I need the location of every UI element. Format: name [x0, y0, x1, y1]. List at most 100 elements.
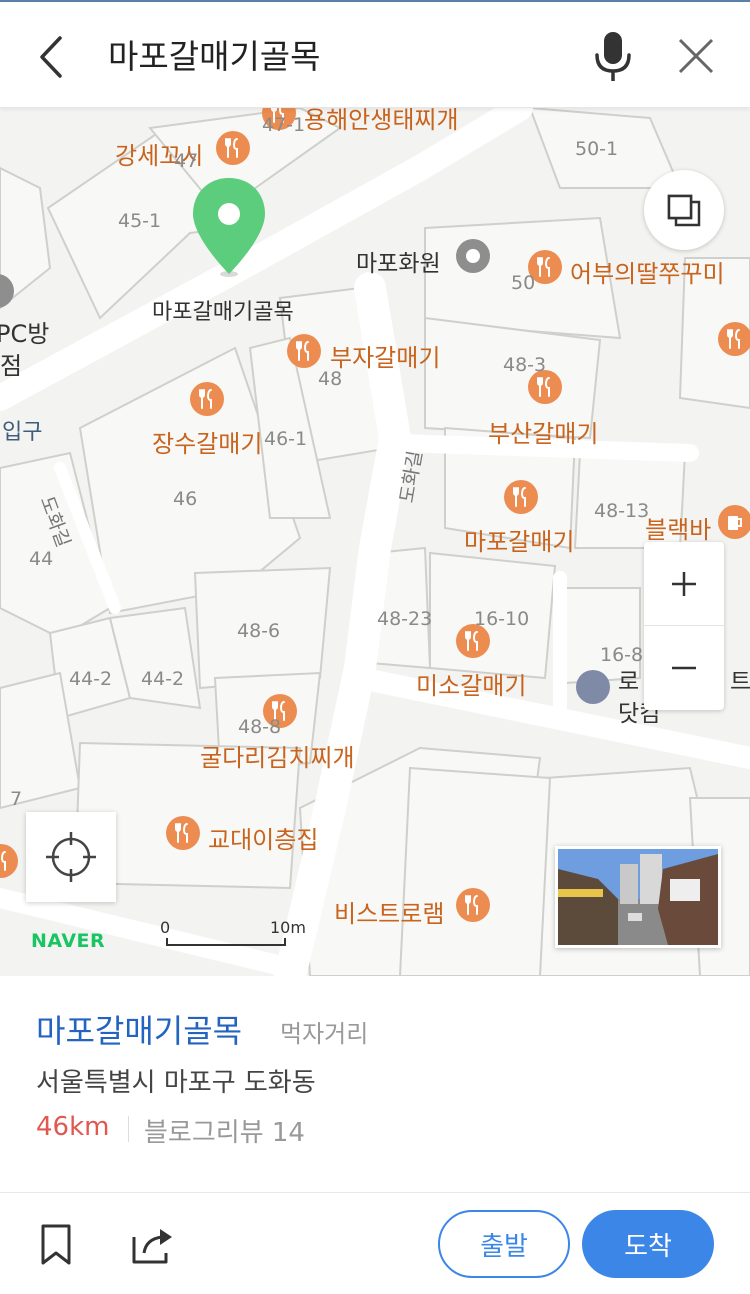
zoom-in-button[interactable] [644, 542, 724, 626]
place-category: 먹자거리 [280, 1020, 369, 1048]
place-address: 서울특별시 마포구 도화동 [36, 1068, 316, 1098]
poi-label[interactable]: 블랙바 [645, 510, 711, 545]
fork-knife-icon [537, 257, 550, 277]
lot-number: 47 [174, 150, 199, 172]
street-view-image [558, 849, 718, 945]
lot-number: 44 [29, 548, 54, 570]
lot-number: 45-1 [118, 210, 162, 232]
restaurant-icon[interactable] [718, 322, 750, 356]
lot-number: 46 [173, 488, 198, 510]
restaurant-icon[interactable] [504, 480, 538, 514]
poi-label[interactable]: 굴다리김치찌개 [200, 738, 355, 773]
selected-marker-label: 마포갈매기골목 [152, 300, 294, 325]
poi-label[interactable]: 어부의딸쭈꾸미 [570, 254, 725, 289]
scale-zero-label: 0 [160, 918, 171, 937]
lot-number: 50-1 [575, 138, 619, 160]
lot-number: 7 [10, 788, 23, 810]
map-scale: 0 10m [160, 918, 310, 948]
place-title[interactable]: 마포갈매기골목 [36, 1006, 242, 1052]
map-layer-button[interactable] [644, 170, 724, 250]
microphone-icon [595, 32, 631, 81]
voice-search-button[interactable] [588, 29, 638, 85]
scale-max-label: 10m [270, 918, 306, 937]
bookmark-icon [41, 1224, 71, 1265]
poi-label[interactable]: 미소갈매기 [416, 666, 526, 701]
poi-label[interactable]: 부자갈매기 [330, 338, 440, 373]
lot-number: 46-1 [264, 428, 308, 450]
lot-number: 47-1 [262, 114, 306, 136]
layers-icon [667, 194, 701, 227]
plus-icon [672, 571, 696, 596]
partial-label: 로 [618, 669, 640, 695]
partial-label: 점 [0, 352, 23, 380]
bookmark-button[interactable] [36, 1223, 76, 1267]
close-icon [678, 38, 714, 74]
place-distance: 46km [36, 1112, 110, 1142]
arrive-button[interactable]: 도착 [582, 1210, 714, 1278]
beer-mug-icon [728, 516, 742, 530]
lot-number: 48-8 [238, 716, 282, 738]
landmark-icon[interactable] [455, 238, 491, 274]
lot-number: 44-2 [141, 668, 185, 690]
lot-number: 48-13 [594, 500, 650, 522]
partial-label: 트 [730, 669, 750, 695]
lot-number: 48-3 [503, 354, 547, 376]
partial-label: 입구 [2, 420, 43, 445]
scale-line [166, 938, 286, 946]
fork-knife-icon [465, 631, 478, 651]
zoom-control [644, 542, 724, 710]
lot-number: 16-8 [600, 644, 644, 666]
fork-knife-icon [175, 823, 188, 843]
action-bar: 출발 도착 [0, 1192, 750, 1294]
clear-search-button[interactable] [674, 34, 718, 78]
share-icon [132, 1229, 172, 1264]
search-query[interactable]: 마포갈매기골목 [108, 32, 321, 82]
building-icon[interactable] [576, 670, 610, 704]
chevron-left-icon [40, 36, 62, 78]
partial-label: PC방 [0, 320, 50, 348]
fork-knife-icon [537, 377, 550, 397]
fork-knife-icon [465, 895, 478, 915]
place-info-panel[interactable]: 마포갈매기골목 먹자거리 서울특별시 마포구 도화동 46km 블로그리뷰 14 [0, 976, 750, 1192]
back-button[interactable] [30, 32, 74, 82]
poi-label[interactable]: 교대이층집 [208, 820, 318, 855]
fork-knife-icon [225, 138, 238, 158]
crosshair-icon [46, 832, 96, 882]
minus-icon [672, 666, 696, 670]
search-header: 마포갈매기골목 [0, 0, 750, 108]
bar-icon[interactable] [718, 505, 750, 539]
map-view[interactable]: 마포갈매기골목 마포화원 강세꼬시 용해안생태찌개 어부의딸쭈꾸미 부자갈매기 [0, 108, 750, 976]
blog-review-link[interactable]: 블로그리뷰 14 [144, 1112, 305, 1149]
restaurant-icon[interactable] [190, 382, 224, 416]
lot-number: 50 [511, 272, 536, 294]
fork-knife-icon [513, 487, 526, 507]
naver-logo: NAVER [31, 930, 106, 952]
restaurant-icon[interactable] [216, 131, 250, 165]
depart-button[interactable]: 출발 [438, 1210, 570, 1278]
restaurant-icon[interactable] [287, 334, 321, 368]
restaurant-icon[interactable] [166, 816, 200, 850]
landmark-label: 마포화원 [356, 251, 441, 277]
fork-knife-icon [0, 851, 6, 871]
lot-number: 16-10 [474, 608, 530, 630]
my-location-button[interactable] [26, 812, 116, 902]
poi-label[interactable]: 마포갈매기 [464, 522, 574, 557]
lot-number: 48 [318, 368, 343, 390]
poi-label[interactable]: 용해안생태찌개 [304, 108, 459, 135]
lot-number: 48-6 [237, 620, 281, 642]
fork-knife-icon [727, 329, 740, 349]
street-view-thumbnail[interactable] [555, 846, 721, 948]
poi-label[interactable]: 부산갈매기 [488, 414, 598, 449]
share-button[interactable] [130, 1225, 174, 1265]
divider [128, 1116, 129, 1142]
selected-location-marker[interactable] [190, 176, 268, 280]
zoom-out-button[interactable] [644, 626, 724, 710]
lot-number: 48-23 [377, 608, 433, 630]
map-app: 마포갈매기골목 마포갈매기골목 마포화원 강세꼬시 용해안생태찌개 어부의딸쭈꾸… [0, 0, 750, 1294]
poi-label[interactable]: 비스트로램 [334, 894, 444, 929]
restaurant-icon[interactable] [456, 888, 490, 922]
fork-knife-icon [296, 341, 309, 361]
lot-number: 44-2 [69, 668, 113, 690]
poi-label[interactable]: 장수갈매기 [152, 424, 262, 459]
fork-knife-icon [199, 389, 212, 409]
